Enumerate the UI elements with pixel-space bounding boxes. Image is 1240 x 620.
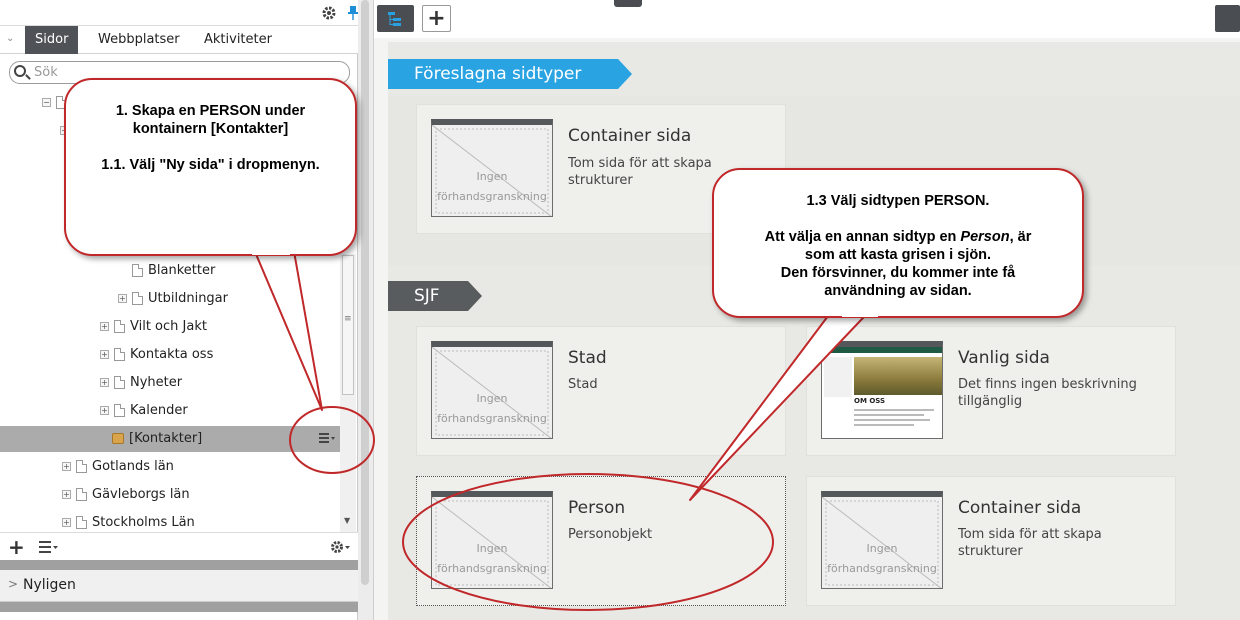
highlight-ellipse [402, 473, 774, 611]
pointer-joint [252, 250, 290, 255]
callout-left: 1. Skapa en PERSON under kontainern [Kon… [64, 78, 357, 256]
highlight-ellipse [289, 406, 375, 474]
callout-pointer [249, 239, 323, 411]
pointer-joint [842, 311, 878, 317]
callout-pointer [689, 299, 881, 501]
callout-right: 1.3 Välj sidtypen PERSON. Att välja en a… [712, 168, 1084, 318]
